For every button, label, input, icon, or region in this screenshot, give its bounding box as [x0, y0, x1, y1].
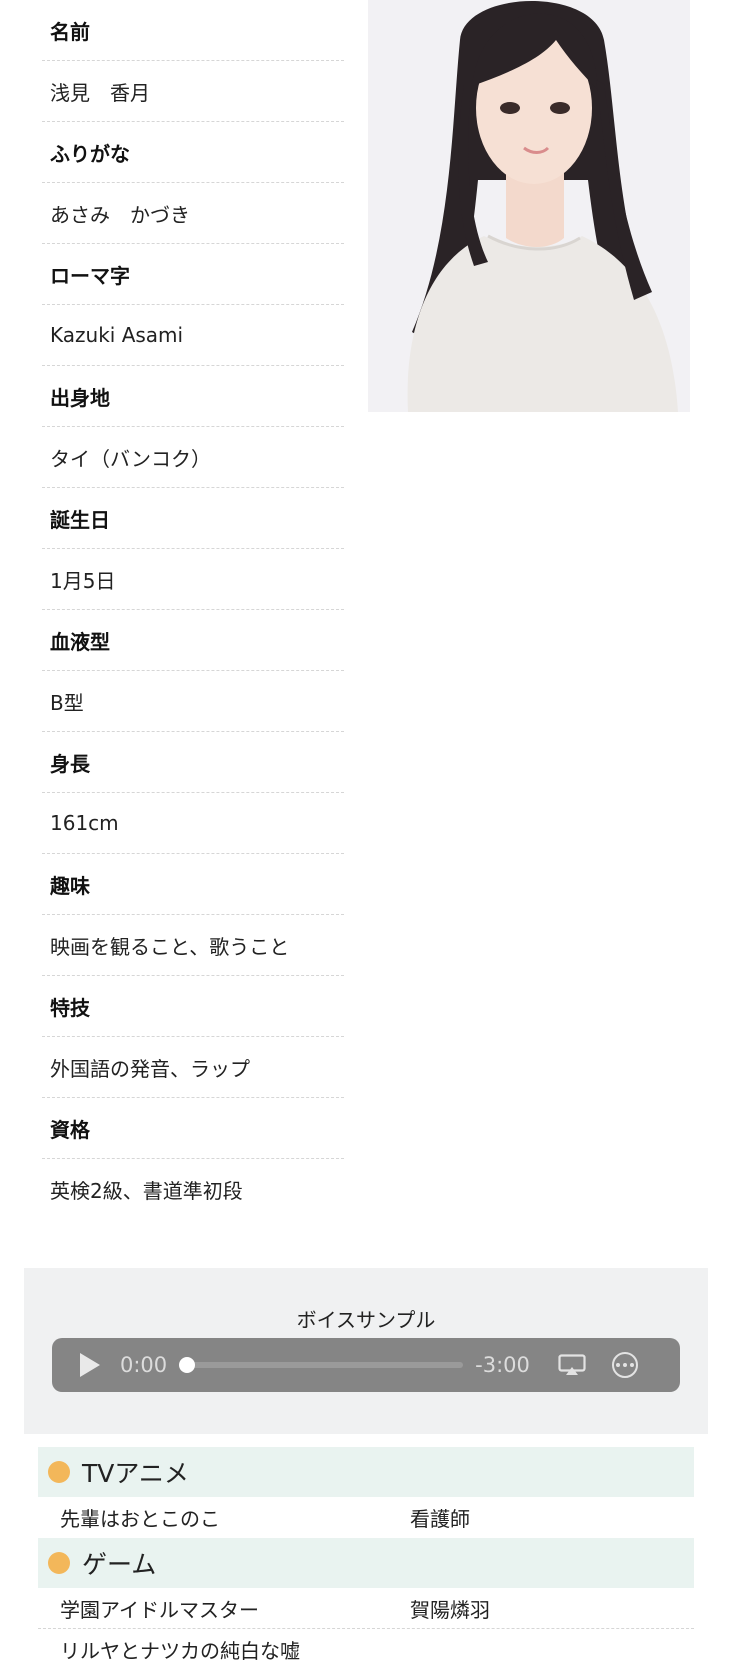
bullet-icon: [48, 1461, 70, 1483]
work-row: リルヤとナツカの純白な嘘: [38, 1629, 694, 1670]
profile-value-romaji: Kazuki Asami: [42, 305, 344, 366]
play-icon[interactable]: [80, 1353, 100, 1377]
profile-label-birthplace: 出身地: [42, 366, 344, 427]
profile-value-skill: 外国語の発音、ラップ: [42, 1037, 344, 1098]
works-list: TVアニメ 先輩はおとこのこ 看護師 ゲーム 学園アイドルマスター 賀陽燐羽 リ…: [38, 1447, 694, 1670]
profile-list: 名前 浅見 香月 ふりがな あさみ かづき ローマ字 Kazuki Asami …: [42, 0, 344, 1220]
profile-value-birthday: 1月5日: [42, 549, 344, 610]
work-title: 先輩はおとこのこ: [60, 1507, 220, 1531]
more-options-icon[interactable]: [611, 1352, 638, 1378]
profile-value-qualification: 英検2級、書道準初段: [50, 1179, 243, 1203]
profile-value-furigana: あさみ かづき: [42, 183, 344, 244]
profile-value-name: 浅見 香月: [42, 61, 344, 122]
audio-player: 0:00 -3:00: [52, 1338, 680, 1392]
profile-label-blood-type: 血液型: [42, 610, 344, 671]
voice-sample-title: ボイスサンプル: [296, 1308, 436, 1332]
section-title-tv-anime: TVアニメ: [82, 1459, 189, 1488]
work-title: 学園アイドルマスター: [60, 1597, 259, 1622]
profile-label-furigana: ふりがな: [42, 122, 344, 183]
profile-label-birthday: 誕生日: [42, 488, 344, 549]
work-title: リルヤとナツカの純白な嘘: [60, 1639, 300, 1663]
profile-label-height: 身長: [42, 732, 344, 793]
work-row: 学園アイドルマスター 賀陽燐羽: [38, 1588, 694, 1629]
work-role: 賀陽燐羽: [410, 1597, 490, 1622]
airplay-icon[interactable]: [558, 1354, 586, 1376]
seek-knob[interactable]: [179, 1357, 196, 1373]
bullet-icon: [48, 1552, 70, 1574]
profile-label-skill: 特技: [42, 976, 344, 1037]
remaining-time: -3:00: [475, 1353, 530, 1377]
profile-photo-illustration: [368, 0, 690, 412]
profile-value-height: 161cm: [42, 793, 344, 854]
profile-photo: [368, 0, 690, 412]
profile-value-blood-type: B型: [42, 671, 344, 732]
profile-label-hobby: 趣味: [42, 854, 344, 915]
section-header-game: ゲーム: [38, 1538, 694, 1588]
work-row: 先輩はおとこのこ 看護師: [38, 1497, 694, 1538]
profile-value-hobby: 映画を観ること、歌うこと: [42, 915, 344, 976]
section-header-tv-anime: TVアニメ: [38, 1447, 694, 1497]
profile-label-romaji: ローマ字: [42, 244, 344, 305]
work-role: 看護師: [410, 1507, 470, 1531]
voice-sample-panel: ボイスサンプル 0:00 -3:00: [24, 1268, 708, 1434]
profile-value-birthplace: タイ（バンコク）: [42, 427, 344, 488]
profile-label-name: 名前: [42, 0, 344, 61]
seek-bar[interactable]: [179, 1357, 464, 1373]
profile-label-qualification: 資格: [42, 1098, 344, 1159]
current-time: 0:00: [120, 1353, 168, 1377]
section-title-game: ゲーム: [82, 1550, 157, 1579]
